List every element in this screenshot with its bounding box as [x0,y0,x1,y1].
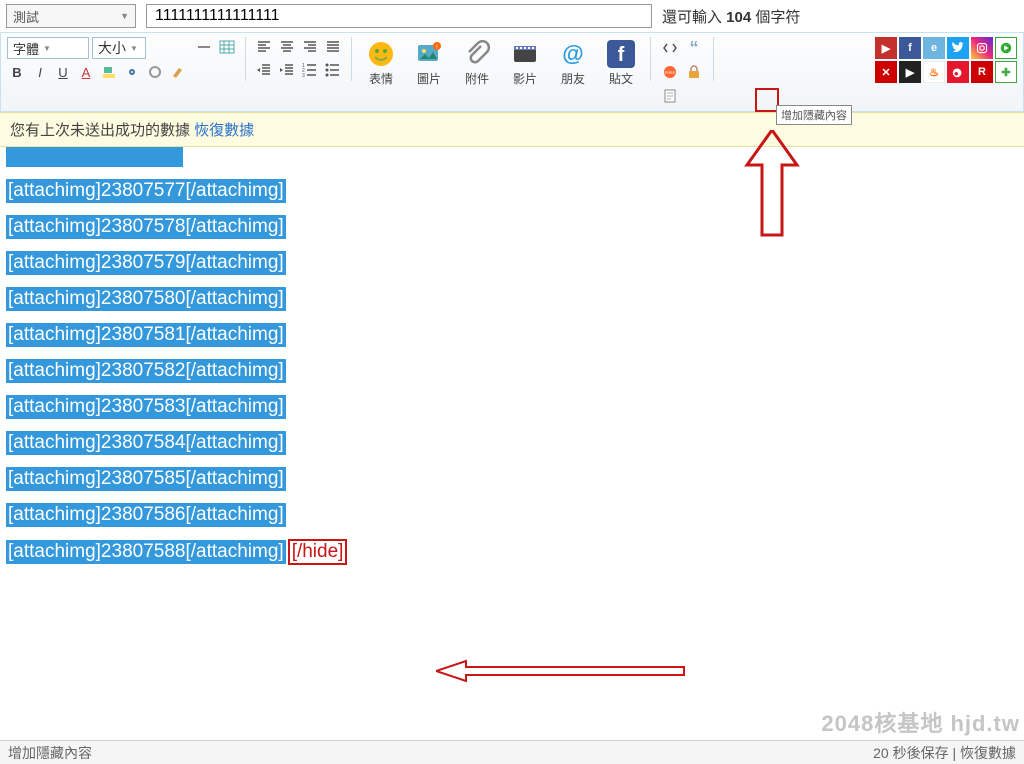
title-input[interactable] [146,4,652,28]
attachimg-tag: [attachimg]23807586[/attachimg] [6,503,286,527]
indent-button[interactable] [277,60,297,80]
font-select[interactable]: 字體▼ [7,37,89,59]
attachimg-tag: [attachimg]23807584[/attachimg] [6,431,286,455]
attachimg-tag: [attachimg]23807582[/attachimg] [6,359,286,383]
play-icon[interactable] [995,37,1017,59]
attachimg-tag: [attachimg]23807588[/attachimg] [6,540,286,564]
size-select[interactable]: 大小▼ [92,37,146,59]
post-type-select[interactable]: 測試 ▼ [6,4,136,28]
puzzle-icon[interactable]: ✚ [995,61,1017,83]
code-button[interactable] [659,37,681,59]
blog-icon[interactable]: e [923,37,945,59]
status-right: 20 秒後保存 | 恢復數據 [873,743,1016,763]
at-friend-button[interactable]: @ 朋友 [552,37,594,87]
attachimg-tag: [attachimg]23807581[/attachimg] [6,323,286,347]
svg-text:f: f [618,44,625,66]
page-button[interactable] [659,85,681,107]
ordered-list-button[interactable]: 123 [300,60,320,80]
quote-button[interactable]: “ [683,37,705,59]
status-bar: 增加隱藏內容 20 秒後保存 | 恢復數據 [0,740,1024,764]
attachimg-tag: [attachimg]23807585[/attachimg] [6,467,286,491]
editor-content[interactable]: [attachimg]23807577[/attachimg] [attachim… [0,147,1024,709]
svg-text:@: @ [562,41,583,66]
annotation-arrow-left-icon [436,659,686,683]
hide-content-button[interactable] [683,61,705,83]
bold-button[interactable]: B [7,62,27,82]
video-small-icon[interactable]: ▶ [899,61,921,83]
emotion-button[interactable]: 表情 [360,37,402,87]
instagram-icon[interactable] [971,37,993,59]
unordered-list-button[interactable] [323,60,343,80]
align-left-button[interactable] [254,37,274,57]
facebook-icon[interactable]: f [899,37,921,59]
attachimg-tag: [attachimg]23807578[/attachimg] [6,215,286,239]
editor-toolbar: 字體▼ 大小▼ B I U A 12 [0,32,1024,112]
svg-text:FREE: FREE [665,70,676,75]
outdent-button[interactable] [254,60,274,80]
flame-icon[interactable]: ♨ [923,61,945,83]
hide-button-tooltip: 增加隱藏內容 [776,105,852,125]
weibo-icon[interactable] [947,61,969,83]
underline-button[interactable]: U [53,62,73,82]
status-left: 增加隱藏內容 [8,743,92,763]
free-tag-button[interactable]: FREE [659,61,681,83]
highlight-button[interactable] [99,62,119,82]
video-button[interactable]: 影片 [504,37,546,87]
attachimg-tag: [attachimg]23807583[/attachimg] [6,395,286,419]
align-center-button[interactable] [277,37,297,57]
draft-notice: 您有上次未送出成功的數據 恢復數據 [0,112,1024,147]
attachimg-tag: [attachimg]23807579[/attachimg] [6,251,286,275]
watermark: 2048核基地 hjd.tw [821,706,1020,738]
link-button[interactable] [122,62,142,82]
char-count: 還可輸入 104 個字符 [662,6,800,27]
x-close-icon[interactable]: ✕ [875,61,897,83]
hide-close-tag: [/hide] [288,539,348,565]
clear-format-button[interactable] [168,62,188,82]
attach-button[interactable]: 附件 [456,37,498,87]
image-button[interactable]: ! 圖片 [408,37,450,87]
hr-button[interactable] [194,37,214,57]
font-color-button[interactable]: A [76,62,96,82]
post-type-value: 測試 [13,7,39,26]
annotation-arrow-up-icon [742,130,802,240]
youtube-icon[interactable]: ▶ [875,37,897,59]
restore-draft-link[interactable]: 恢復數據 [194,122,254,139]
chevron-down-icon: ▼ [120,11,129,21]
svg-text:3: 3 [302,73,305,78]
table-button[interactable] [217,37,237,57]
r-icon[interactable]: R [971,61,993,83]
facebook-post-button[interactable]: f 貼文 [600,37,642,87]
italic-button[interactable]: I [30,62,50,82]
align-right-button[interactable] [300,37,320,57]
attachimg-tag: [attachimg]23807577[/attachimg] [6,179,286,203]
align-justify-button[interactable] [323,37,343,57]
attachimg-tag: [attachimg]23807580[/attachimg] [6,287,286,311]
unlink-button[interactable] [145,62,165,82]
twitter-icon[interactable] [947,37,969,59]
